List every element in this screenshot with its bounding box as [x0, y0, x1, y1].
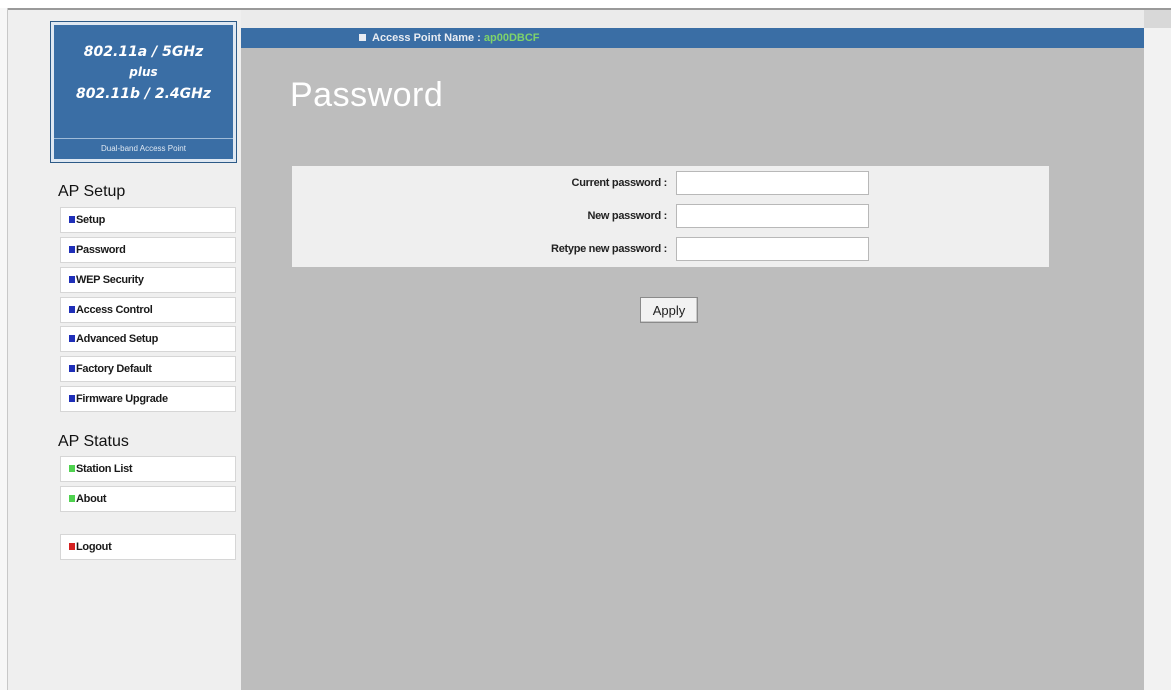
content-area — [241, 28, 1144, 690]
password-form: Current password : New password : Retype… — [292, 166, 1049, 267]
square-bullet-icon — [69, 364, 75, 372]
product-logo: 802.11a / 5GHz plus 802.11b / 2.4GHz Dua… — [50, 21, 237, 163]
sidebar-item-label: Setup — [76, 214, 106, 226]
sidebar-item-label: Factory Default — [76, 363, 152, 375]
square-bullet-icon — [69, 334, 75, 342]
logo-line-5ghz: 802.11a / 5GHz — [83, 44, 204, 60]
sidebar-item-logout[interactable]: Logout — [60, 534, 236, 560]
logo-subtitle: Dual-band Access Point — [54, 138, 233, 159]
sidebar-item-factory-default[interactable]: Factory Default — [60, 356, 236, 382]
square-bullet-icon — [69, 542, 75, 550]
square-bullet-icon — [359, 33, 366, 41]
new-password-field[interactable] — [676, 204, 869, 228]
sidebar-item-advanced-setup[interactable]: Advanced Setup — [60, 326, 236, 352]
window-left-edge — [0, 8, 8, 690]
access-point-name-label: Access Point Name : — [372, 32, 481, 44]
page-title: Password — [290, 76, 444, 114]
square-bullet-icon — [69, 464, 75, 472]
square-bullet-icon — [69, 245, 75, 253]
square-bullet-icon — [69, 215, 75, 223]
logo-line-plus: plus — [129, 65, 158, 79]
sidebar-item-label: Logout — [76, 541, 112, 553]
current-password-field[interactable] — [676, 171, 869, 195]
header-bar: Access Point Name : ap00DBCF — [241, 28, 1144, 48]
current-password-label: Current password : — [571, 177, 668, 189]
square-bullet-icon — [69, 305, 75, 313]
sidebar-item-setup[interactable]: Setup — [60, 207, 236, 233]
access-point-name-value: ap00DBCF — [483, 32, 540, 44]
window-top-border — [0, 0, 1171, 10]
sidebar-item-label: Advanced Setup — [76, 333, 158, 345]
sidebar-item-firmware-upgrade[interactable]: Firmware Upgrade — [60, 386, 236, 412]
retype-password-field[interactable] — [676, 237, 869, 261]
window-right-strip-top — [1144, 10, 1171, 28]
sidebar-item-label: Password — [76, 244, 126, 256]
ap-setup-heading: AP Setup — [58, 183, 126, 200]
sidebar-item-label: Station List — [76, 463, 133, 475]
sidebar-item-wep-security[interactable]: WEP Security — [60, 267, 236, 293]
sidebar-item-label: Firmware Upgrade — [76, 393, 168, 405]
sidebar-item-station-list[interactable]: Station List — [60, 456, 236, 482]
square-bullet-icon — [69, 275, 75, 283]
logo-line-24ghz: 802.11b / 2.4GHz — [75, 86, 212, 102]
square-bullet-icon — [69, 494, 75, 502]
new-password-label: New password : — [587, 210, 667, 222]
sidebar-item-label: WEP Security — [76, 274, 144, 286]
sidebar-item-access-control[interactable]: Access Control — [60, 297, 236, 323]
sidebar-item-label: About — [76, 493, 107, 505]
ap-status-heading: AP Status — [58, 433, 129, 450]
sidebar-item-about[interactable]: About — [60, 486, 236, 512]
retype-password-label: Retype new password : — [551, 243, 667, 255]
sidebar-item-label: Access Control — [76, 304, 153, 316]
apply-button[interactable]: Apply — [640, 297, 698, 323]
square-bullet-icon — [69, 394, 75, 402]
window-right-strip — [1144, 28, 1171, 690]
access-point-name: Access Point Name : ap00DBCF — [359, 28, 540, 48]
sidebar-item-password[interactable]: Password — [60, 237, 236, 263]
